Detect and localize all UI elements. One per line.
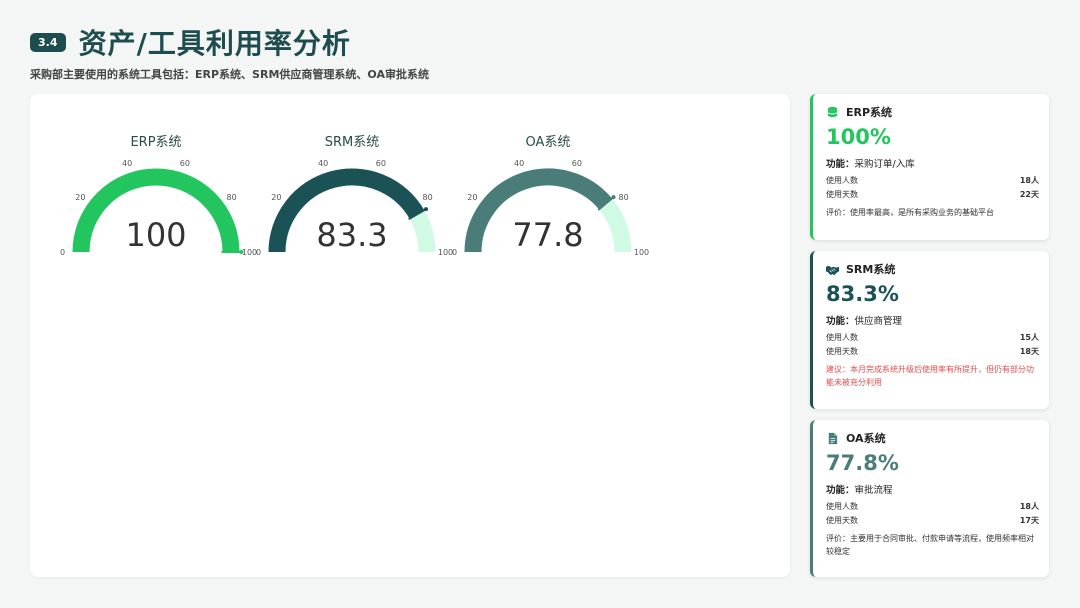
gauge-value-label: 77.8	[512, 216, 583, 254]
gauge-value-label: 83.3	[316, 216, 387, 254]
card-header: SRM系统	[826, 261, 1039, 277]
users-row: 使用人数 18人	[826, 176, 1039, 185]
gauge-tick-label: 0	[60, 248, 65, 257]
gauge-tick-label: 20	[75, 193, 85, 202]
gauge-chart: 02040 6080100ERP系统100 02040 6080100SRM系统83.…	[60, 135, 649, 257]
card-utilization-percent: 83.3%	[826, 282, 899, 306]
gauge-tick-label: 40	[514, 159, 524, 168]
gauge-pointer-dot	[424, 207, 429, 212]
gauge-tick-label: 40	[122, 159, 132, 168]
days-row: 使用天数 17天	[826, 516, 1039, 525]
page-subtitle: 采购部主要使用的系统工具包括：ERP系统、SRM供应商管理系统、OA审批系统	[30, 68, 429, 81]
card-system-name: ERP系统	[846, 106, 893, 119]
database-icon	[827, 106, 838, 117]
days-row: 使用天数 18天	[826, 347, 1039, 356]
gauge-1: 0 20 40 60 80 100 SRM系统 83.3	[256, 135, 453, 257]
gauge-tick-label: 40	[318, 159, 328, 168]
gauge-title: ERP系统	[130, 135, 181, 150]
gauge-tick-label: 60	[376, 159, 386, 168]
gauge-tick-label: 80	[423, 193, 433, 202]
days-row: 使用天数 22天	[826, 190, 1039, 199]
oa-summary-card: OA系统 77.8% 功能：审批流程 使用人数 18人 使用天数 17天 评价：…	[810, 420, 1049, 577]
card-system-name: SRM系统	[846, 263, 896, 276]
gauge-value-label: 100	[125, 216, 186, 254]
card-note: 评价：使用率最高，是所有采购业务的基础平台	[826, 208, 994, 217]
users-row: 使用人数 15人	[826, 333, 1039, 342]
gauge-tick-label: 100	[438, 248, 453, 257]
gauge-tick-label: 20	[467, 193, 477, 202]
card-utilization-percent: 100%	[826, 125, 891, 149]
page-header: 3.4 资产/工具利用率分析	[30, 22, 351, 62]
gauge-tick-label: 80	[227, 193, 237, 202]
gauge-tick-label: 60	[180, 159, 190, 168]
card-header: OA系统	[826, 430, 1039, 446]
handshake-icon	[826, 265, 839, 275]
gauge-tick-label: 0	[256, 248, 261, 257]
card-header: ERP系统	[826, 104, 1039, 120]
gauge-chart-panel: 0 20 40 60 80 100 ERP系统 100 0 20 40 60 80 100 SRM系统 83.…	[30, 94, 790, 577]
card-utilization-percent: 77.8%	[826, 451, 899, 475]
srm-summary-card: SRM系统 83.3% 功能：供应商管理 使用人数 15人 使用天数 18天 建…	[810, 251, 1049, 409]
gauge-tick-label: 60	[572, 159, 582, 168]
gauge-title: SRM系统	[325, 135, 380, 150]
card-note: 建议：本月完成系统升级后使用率有所提升，但仍有部分功能未被充分利用	[826, 365, 1034, 387]
section-number-badge: 3.4	[30, 32, 66, 52]
erp-summary-card: ERP系统 100% 功能：采购订单/入库 使用人数 18人 使用天数 22天 …	[810, 94, 1049, 240]
card-function: 功能：供应商管理	[826, 316, 903, 327]
card-system-name: OA系统	[846, 432, 886, 445]
gauge-2: 0 20 40 60 80 100 OA系统 77.8	[452, 135, 649, 257]
gauge-tick-label: 100	[634, 248, 649, 257]
document-icon	[828, 432, 838, 444]
gauge-tick-label: 100	[242, 248, 257, 257]
page-title: 资产/工具利用率分析	[78, 27, 351, 60]
gauge-tick-label: 80	[619, 193, 629, 202]
gauge-pointer-dot	[611, 195, 616, 200]
card-function: 功能：审批流程	[826, 485, 893, 496]
users-row: 使用人数 18人	[826, 502, 1039, 511]
gauge-title: OA系统	[526, 135, 571, 150]
gauge-0: 0 20 40 60 80 100 ERP系统 100	[60, 135, 257, 257]
gauge-tick-label: 0	[452, 248, 457, 257]
card-function: 功能：采购订单/入库	[826, 159, 915, 170]
gauge-tick-label: 20	[271, 193, 281, 202]
card-note: 评价：主要用于合同审批、付款申请等流程，使用频率相对较稳定	[826, 534, 1034, 556]
